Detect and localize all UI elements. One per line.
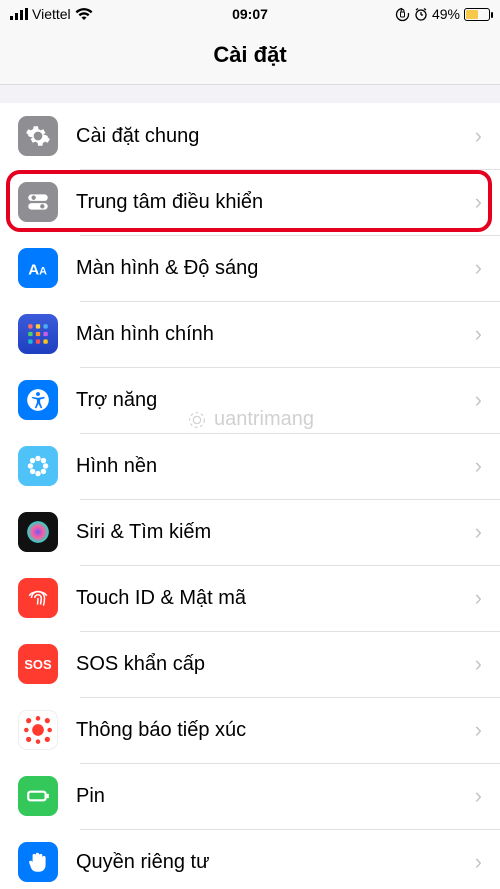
row-label: Quyền riêng tư	[76, 851, 467, 874]
clock-label: 09:07	[232, 6, 268, 22]
row-label: Hình nền	[76, 455, 467, 478]
lock-rotation-icon	[395, 7, 410, 22]
row-label: Siri & Tìm kiếm	[76, 521, 467, 544]
chevron-right-icon: ›	[475, 387, 482, 413]
hand-icon	[18, 842, 58, 882]
toggles-icon	[18, 182, 58, 222]
exposure-icon	[18, 710, 58, 750]
wifi-icon	[75, 8, 93, 21]
accessibility-icon	[18, 380, 58, 420]
row-label: Màn hình & Độ sáng	[76, 257, 467, 280]
chevron-right-icon: ›	[475, 321, 482, 347]
flower-icon	[18, 446, 58, 486]
svg-text:A: A	[39, 266, 47, 278]
row-wallpaper[interactable]: Hình nền ›	[0, 433, 500, 499]
section-spacer	[0, 85, 500, 103]
row-label: Trung tâm điều khiển	[76, 191, 467, 214]
svg-text:A: A	[28, 262, 39, 279]
gear-icon	[18, 116, 58, 156]
chevron-right-icon: ›	[475, 783, 482, 809]
row-home-screen[interactable]: Màn hình chính ›	[0, 301, 500, 367]
fingerprint-icon	[18, 578, 58, 618]
row-label: Thông báo tiếp xúc	[76, 719, 467, 742]
chevron-right-icon: ›	[475, 255, 482, 281]
chevron-right-icon: ›	[475, 453, 482, 479]
chevron-right-icon: ›	[475, 123, 482, 149]
row-siri[interactable]: Siri & Tìm kiếm ›	[0, 499, 500, 565]
battery-icon	[18, 776, 58, 816]
row-label: Màn hình chính	[76, 323, 467, 346]
row-control-center[interactable]: Trung tâm điều khiển ›	[0, 169, 500, 235]
status-left: Viettel	[10, 6, 93, 22]
signal-icon	[10, 8, 28, 20]
row-label: Touch ID & Mật mã	[76, 587, 467, 610]
battery-icon	[464, 8, 490, 21]
battery-pct-label: 49%	[432, 6, 460, 22]
sos-icon: SOS	[18, 644, 58, 684]
status-right: 49%	[395, 6, 490, 22]
row-label: Pin	[76, 785, 467, 808]
row-display-brightness[interactable]: AA Màn hình & Độ sáng ›	[0, 235, 500, 301]
alarm-icon	[414, 7, 428, 21]
chevron-right-icon: ›	[475, 849, 482, 875]
row-general[interactable]: Cài đặt chung ›	[0, 103, 500, 169]
chevron-right-icon: ›	[475, 585, 482, 611]
row-emergency-sos[interactable]: SOS SOS khẩn cấp ›	[0, 631, 500, 697]
text-size-icon: AA	[18, 248, 58, 288]
row-accessibility[interactable]: Trợ năng ›	[0, 367, 500, 433]
page-title: Cài đặt	[0, 28, 500, 85]
chevron-right-icon: ›	[475, 651, 482, 677]
home-grid-icon	[18, 314, 58, 354]
row-privacy[interactable]: Quyền riêng tư ›	[0, 829, 500, 889]
carrier-label: Viettel	[32, 6, 71, 22]
row-battery[interactable]: Pin ›	[0, 763, 500, 829]
status-bar: Viettel 09:07 49%	[0, 0, 500, 28]
chevron-right-icon: ›	[475, 189, 482, 215]
chevron-right-icon: ›	[475, 519, 482, 545]
siri-icon	[18, 512, 58, 552]
row-exposure-notification[interactable]: Thông báo tiếp xúc ›	[0, 697, 500, 763]
chevron-right-icon: ›	[475, 717, 482, 743]
settings-list: Cài đặt chung › Trung tâm điều khiển › A…	[0, 103, 500, 889]
row-label: Trợ năng	[76, 389, 467, 412]
row-touch-id[interactable]: Touch ID & Mật mã ›	[0, 565, 500, 631]
row-label: Cài đặt chung	[76, 125, 467, 148]
row-label: SOS khẩn cấp	[76, 653, 467, 676]
